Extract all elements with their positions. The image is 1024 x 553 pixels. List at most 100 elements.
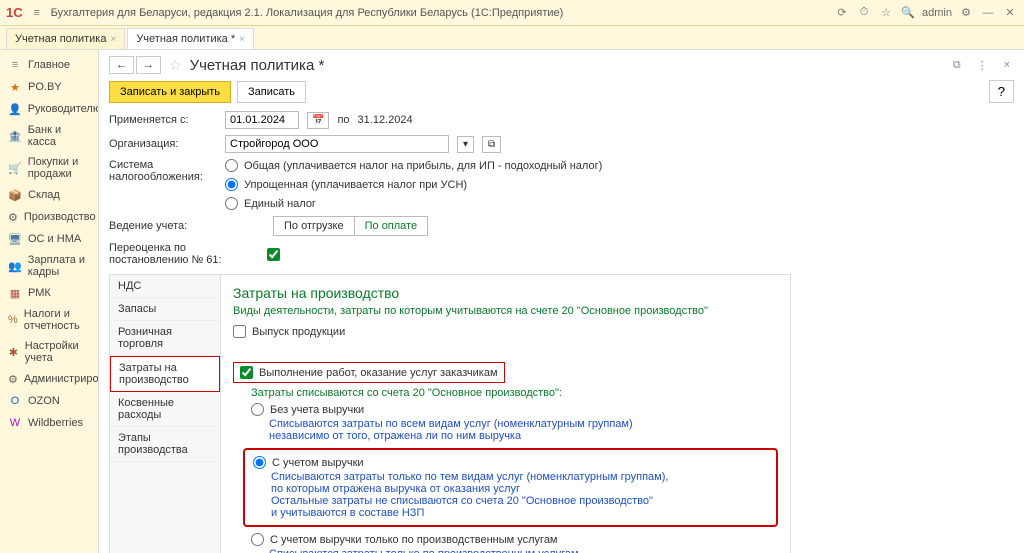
favorite-icon[interactable]: ☆ (878, 5, 894, 21)
date-to: 31.12.2024 (358, 114, 413, 126)
sidebar-item-12[interactable]: ⚙ Администрирование (0, 368, 98, 390)
sidebar-item-4[interactable]: 🛒Покупки и продажи (0, 152, 98, 184)
tab-label: Учетная политика * (136, 33, 235, 45)
sidebar-label: Администрирование (24, 373, 98, 385)
tab-close-icon[interactable]: × (239, 34, 245, 45)
sidebar-icon: 👥 (8, 259, 22, 273)
menu-icon[interactable]: ≡ (29, 5, 45, 21)
opt2-desc: Списываются затраты только по тем видам … (271, 471, 768, 519)
opt1-label: Без учета выручки (270, 404, 364, 416)
opt-with-revenue-box: С учетом выручки Списываются затраты тол… (243, 448, 778, 527)
tax-general-label: Общая (уплачивается налог на прибыль, дл… (244, 160, 602, 172)
open-icon[interactable]: ⧉ (482, 136, 501, 153)
accounting-label: Ведение учета: (109, 220, 217, 232)
left-tab-3[interactable]: Затраты на производство (110, 356, 220, 392)
services-checkbox[interactable] (240, 366, 253, 379)
sidebar-label: Производство (24, 211, 96, 223)
sidebar-icon: ⚙ (8, 372, 18, 386)
sidebar-item-10[interactable]: %Налоги и отчетность (0, 304, 98, 336)
sidebar-item-9[interactable]: ▦ РМК (0, 282, 98, 304)
sidebar-item-3[interactable]: 🏦Банк и касса (0, 120, 98, 152)
back-button[interactable]: ← (109, 56, 134, 74)
sidebar-icon: ▦ (8, 286, 22, 300)
services-check-box: Выполнение работ, оказание услуг заказчи… (233, 362, 505, 383)
seg-payment[interactable]: По оплате (355, 217, 427, 235)
sidebar-item-0[interactable]: ≡ Главное (0, 54, 98, 76)
section-title: Затраты на производство (233, 285, 778, 301)
opt-with-revenue-radio[interactable] (253, 456, 266, 469)
sidebar-icon: ⚙ (8, 210, 18, 224)
sidebar-label: Налоги и отчетность (24, 308, 90, 332)
sidebar-item-7[interactable]: 🖥 ОС и НМА (0, 228, 98, 250)
close-icon[interactable]: ✕ (1002, 5, 1018, 21)
left-tab-5[interactable]: Этапы производства (110, 427, 220, 462)
services-label: Выполнение работ, оказание услуг заказчи… (259, 367, 498, 379)
sidebar-label: Настройки учета (25, 340, 90, 364)
sidebar-label: РМК (28, 287, 51, 299)
dropdown-icon[interactable]: ▾ (457, 136, 474, 153)
sidebar-item-2[interactable]: 👤Руководителю (0, 98, 98, 120)
sidebar-icon: ≡ (8, 58, 22, 72)
tab-policy[interactable]: Учетная политика × (6, 28, 125, 49)
link-icon[interactable]: ⧉ (949, 57, 965, 74)
star-icon[interactable]: ☆ (169, 57, 182, 74)
sidebar-item-5[interactable]: 📦Склад (0, 184, 98, 206)
tab-policy-modified[interactable]: Учетная политика * × (127, 28, 254, 49)
sidebar-label: ОС и НМА (28, 233, 81, 245)
settings-icon[interactable]: ⚙ (958, 5, 974, 21)
output-checkbox[interactable] (233, 325, 246, 338)
tax-simplified-label: Упрощенная (уплачивается налог при УСН) (244, 179, 467, 191)
sidebar-item-1[interactable]: ★PO.BY (0, 76, 98, 98)
search-icon[interactable]: 🔍 (900, 5, 916, 21)
revaluation-checkbox[interactable] (267, 248, 280, 261)
sidebar-label: Зарплата и кадры (28, 254, 90, 278)
help-button[interactable]: ? (989, 80, 1014, 103)
app-title: Бухгалтерия для Беларуси, редакция 2.1. … (51, 7, 564, 19)
tax-single-radio[interactable] (225, 197, 238, 210)
opt-prod-services-radio[interactable] (251, 533, 264, 546)
org-input[interactable] (225, 135, 449, 153)
left-tab-2[interactable]: Розничная торговля (110, 321, 220, 356)
sidebar-item-8[interactable]: 👥 Зарплата и кадры (0, 250, 98, 282)
sidebar-icon: 🛒 (8, 161, 22, 175)
date-from-input[interactable] (225, 111, 299, 129)
more-icon[interactable]: ⋮ (973, 57, 992, 74)
forward-button[interactable]: → (136, 56, 161, 74)
sidebar-label: Главное (28, 59, 70, 71)
sidebar-icon: O (8, 394, 22, 408)
user-label[interactable]: admin (922, 7, 952, 19)
opt-no-revenue-radio[interactable] (251, 403, 264, 416)
tab-close-icon[interactable]: × (110, 34, 116, 45)
page-title: Учетная политика * (190, 57, 325, 74)
revaluation-label: Переоценка по постановлению № 61: (109, 242, 259, 266)
tax-single-label: Единый налог (244, 198, 316, 210)
opt1-desc: Списываются затраты по всем видам услуг … (269, 418, 778, 442)
opt3-desc: Списываются затраты только по производст… (269, 548, 778, 553)
app-logo: 1C (6, 5, 23, 20)
notify-icon[interactable]: ⟳ (834, 5, 850, 21)
calendar-icon[interactable]: 📅 (307, 112, 329, 129)
close-panel-icon[interactable]: × (1000, 57, 1014, 73)
sidebar-item-6[interactable]: ⚙ Производство (0, 206, 98, 228)
sidebar-item-13[interactable]: OOZON (0, 390, 98, 412)
writeoff-title: Затраты списываются со счета 20 "Основно… (251, 387, 778, 399)
taxsys-label: Система налогообложения: (109, 159, 217, 183)
sidebar-icon: W (8, 416, 22, 430)
left-tab-4[interactable]: Косвенные расходы (110, 392, 220, 427)
left-tab-1[interactable]: Запасы (110, 298, 220, 321)
sidebar-item-14[interactable]: WWildberries (0, 412, 98, 434)
section-subtitle: Виды деятельности, затраты по которым уч… (233, 305, 778, 317)
sidebar-label: Склад (28, 189, 60, 201)
save-button[interactable]: Записать (237, 81, 306, 103)
seg-shipment[interactable]: По отгрузке (274, 217, 355, 235)
save-close-button[interactable]: Записать и закрыть (109, 81, 231, 103)
sidebar-item-11[interactable]: ✱Настройки учета (0, 336, 98, 368)
sidebar-icon: 🖥 (8, 232, 22, 246)
tax-simplified-radio[interactable] (225, 178, 238, 191)
history-icon[interactable]: ⏱ (856, 5, 872, 21)
minimize-icon[interactable]: — (980, 5, 996, 21)
tax-general-radio[interactable] (225, 159, 238, 172)
accounting-segment[interactable]: По отгрузке По оплате (273, 216, 428, 236)
opt2-label: С учетом выручки (272, 457, 364, 469)
left-tab-0[interactable]: НДС (110, 275, 220, 298)
